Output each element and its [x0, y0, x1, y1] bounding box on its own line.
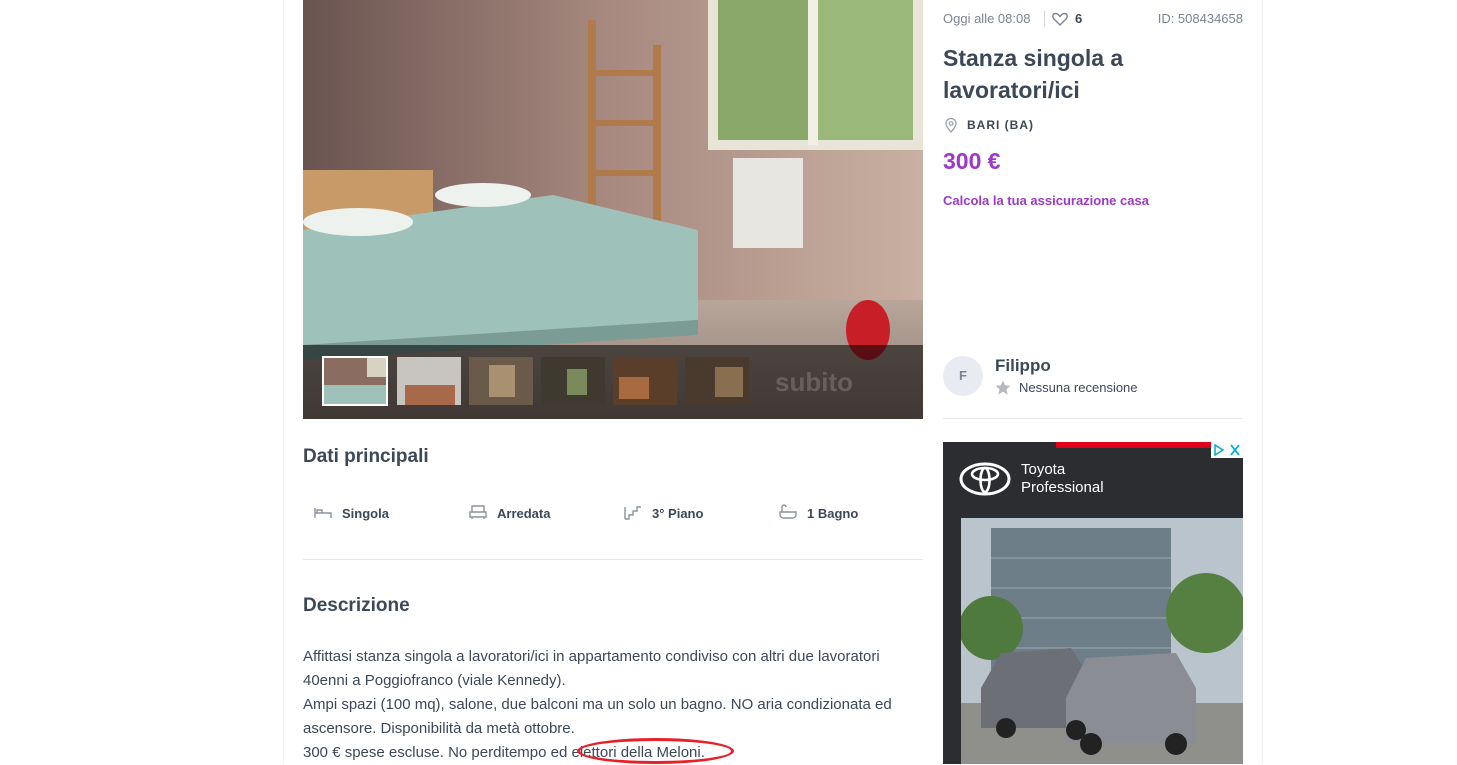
thumbnail-5[interactable]	[613, 357, 677, 405]
reviews-status: Nessuna recensione	[1019, 380, 1138, 395]
thumbnail-2[interactable]	[397, 357, 461, 405]
feature-label: Singola	[342, 506, 389, 521]
description-line: ascensore. Disponibilità da metà ottobre…	[303, 720, 575, 737]
listing-title: Stanza singola a lavoratori/ici	[943, 45, 1124, 103]
insurance-link[interactable]: Calcola la tua assicurazione casa	[943, 193, 1149, 208]
thumbnail-strip: subito	[303, 345, 923, 419]
description-heading: Descrizione	[303, 595, 410, 616]
bed-icon	[314, 508, 332, 518]
photo-gallery[interactable]: subito	[303, 0, 923, 419]
seller-box[interactable]: F Filippo Nessuna recensione	[943, 354, 1243, 419]
adchoices-icon[interactable]	[1211, 442, 1243, 458]
watermark-logo: subito	[775, 367, 853, 397]
ad-accent-bar	[1056, 442, 1211, 448]
listing-id: ID: 508434658	[1157, 11, 1243, 26]
listing-price: 300 €	[943, 148, 1001, 174]
feature-label: 1 Bagno	[807, 506, 859, 521]
stairs-icon	[624, 506, 641, 520]
ad-brand: Toyota Professional	[1021, 461, 1104, 497]
description-line: Ampi spazi (100 mq), salone, due balconi…	[303, 696, 892, 713]
listing-date: Oggi alle 08:08	[943, 11, 1031, 26]
bathtub-icon	[779, 504, 797, 519]
description-line: Affittasi stanza singola a lavoratori/ic…	[303, 648, 880, 665]
main-data-heading: Dati principali	[303, 446, 429, 467]
likes-count: 6	[1075, 11, 1083, 26]
toyota-logo-icon	[959, 462, 1011, 496]
ad-brand-line1: Toyota	[1021, 461, 1066, 478]
furniture-icon	[469, 505, 487, 519]
location-label: BARI (BA)	[967, 118, 1034, 132]
section-divider	[303, 559, 923, 560]
seller-name[interactable]: Filippo	[995, 356, 1051, 376]
feature-label: 3° Piano	[652, 506, 704, 521]
description-line: 300 € spese escluse. No perditempo ed el…	[303, 744, 705, 761]
meta-divider	[1044, 11, 1045, 27]
features-list: Singola Arredata 3° Piano 1 Bagno	[303, 498, 923, 530]
thumbnail-4[interactable]	[541, 357, 605, 405]
heart-icon[interactable]	[1052, 12, 1068, 26]
thumbnail-1[interactable]	[322, 356, 388, 406]
listing-meta: Oggi alle 08:08 6 ID: 508434658	[943, 11, 1243, 29]
description-text: Affittasi stanza singola a lavoratori/ic…	[303, 645, 923, 765]
advertisement[interactable]: Toyota Professional	[943, 442, 1243, 764]
star-icon	[995, 380, 1011, 395]
ad-brand-line2: Professional	[1021, 479, 1104, 496]
location-pin-icon	[945, 118, 957, 133]
thumbnail-6[interactable]	[685, 357, 749, 405]
feature-label: Arredata	[497, 506, 551, 521]
avatar[interactable]: F	[943, 356, 983, 396]
description-line: 40enni a Poggiofranco (viale Kennedy).	[303, 672, 566, 689]
thumbnail-3[interactable]	[469, 357, 533, 405]
ad-image[interactable]	[961, 518, 1243, 764]
